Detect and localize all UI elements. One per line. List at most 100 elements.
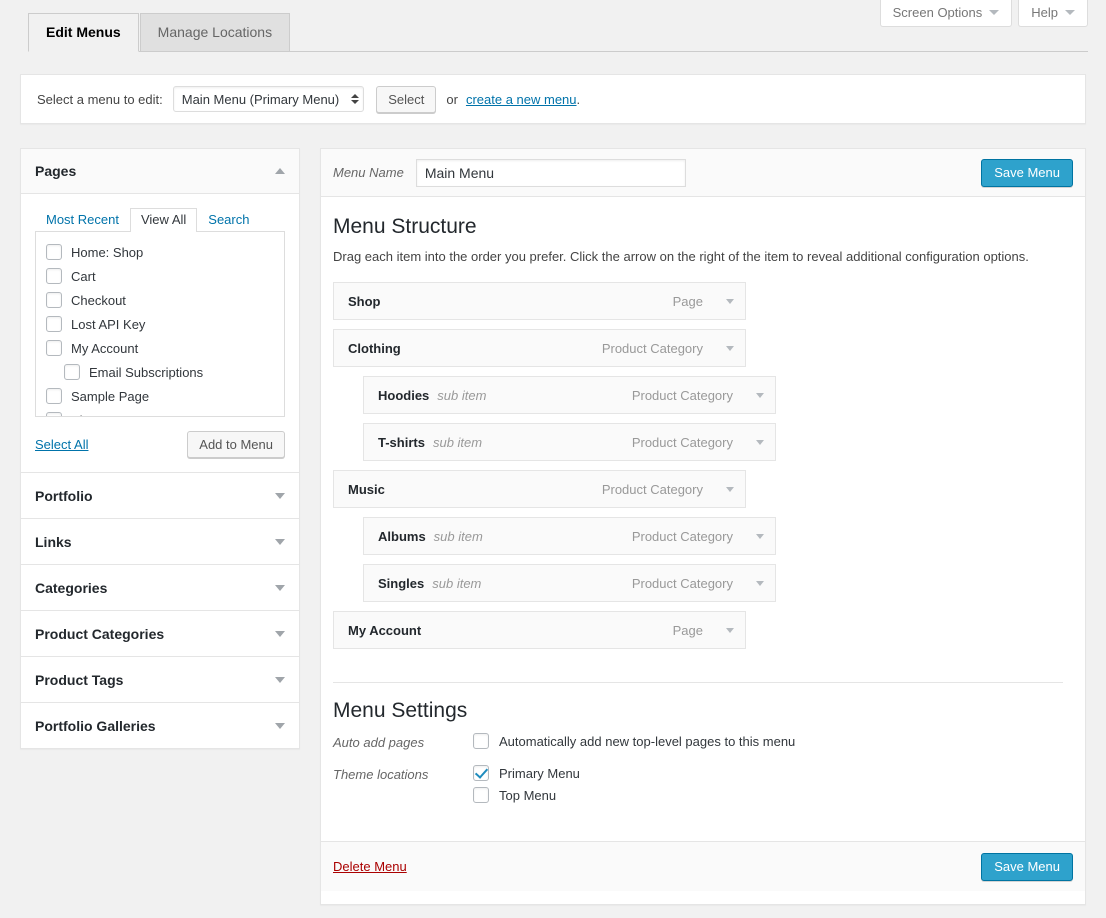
menu-item-my-account[interactable]: My Account Page: [333, 611, 746, 649]
theme-location-top-menu[interactable]: Top Menu: [473, 787, 580, 803]
pages-tab-most-recent[interactable]: Most Recent: [35, 208, 130, 232]
pages-list-actions: Select All Add to Menu: [35, 431, 285, 458]
create-new-menu-link[interactable]: create a new menu: [466, 92, 577, 107]
list-item[interactable]: Checkout: [36, 288, 284, 312]
tab-manage-locations[interactable]: Manage Locations: [139, 12, 291, 52]
menu-item-title: Clothing: [348, 340, 401, 356]
accordion-header-categories[interactable]: Categories: [21, 565, 299, 610]
chevron-down-icon: [275, 722, 285, 729]
page-checkbox[interactable]: [46, 292, 62, 308]
page-checkbox[interactable]: [46, 340, 62, 356]
select-menu-button[interactable]: Select: [376, 85, 437, 113]
menu-item-expand-toggle[interactable]: [715, 471, 745, 507]
menu-item-title: Hoodies: [378, 387, 430, 403]
menu-select-dropdown[interactable]: Main Menu (Primary Menu): [172, 86, 365, 112]
accordion-header-links[interactable]: Links: [21, 519, 299, 564]
menu-item-expand-toggle[interactable]: [745, 565, 775, 601]
page-checkbox[interactable]: [46, 316, 62, 332]
pages-tab-search-label: Search: [208, 212, 250, 227]
menu-item-t-shirts[interactable]: T-shirts sub item Product Category: [363, 423, 776, 461]
menu-item-expand-toggle[interactable]: [715, 612, 745, 648]
menu-name-bar: Menu Name Save Menu: [321, 149, 1085, 197]
top-menu-checkbox[interactable]: [473, 787, 489, 803]
menu-item-type: Page: [672, 622, 703, 638]
auto-add-pages-checkbox[interactable]: [473, 733, 489, 749]
tab-edit-menus-label: Edit Menus: [46, 23, 121, 40]
page-checkbox[interactable]: [46, 412, 62, 416]
menu-item-row: Hoodies sub item Product Category: [333, 376, 1063, 414]
page-checkbox[interactable]: [46, 268, 62, 284]
menu-item-row: Shop Page: [333, 282, 1063, 320]
menu-item-expand-toggle[interactable]: [745, 518, 775, 554]
menu-item-music[interactable]: Music Product Category: [333, 470, 746, 508]
page-checkbox[interactable]: [64, 364, 80, 380]
chevron-down-icon: [275, 538, 285, 545]
list-item-label: Lost API Key: [71, 316, 146, 332]
menu-item-clothing[interactable]: Clothing Product Category: [333, 329, 746, 367]
auto-add-pages-label: Auto add pages: [333, 735, 425, 750]
list-item-label: Shop: [71, 413, 101, 417]
page-checkbox[interactable]: [46, 244, 62, 260]
select-all-link[interactable]: Select All: [35, 437, 88, 452]
pages-tab-view-all-label: View All: [140, 212, 187, 227]
chevron-down-icon: [756, 392, 764, 398]
tab-edit-menus[interactable]: Edit Menus: [28, 12, 139, 52]
theme-location-primary-menu[interactable]: Primary Menu: [473, 765, 580, 781]
list-item[interactable]: Shop: [36, 408, 284, 417]
pages-checkbox-list[interactable]: Home: Shop Cart Checkout Lost API Key My…: [35, 232, 285, 417]
chevron-down-icon: [756, 439, 764, 445]
menu-item-albums[interactable]: Albums sub item Product Category: [363, 517, 776, 555]
chevron-down-icon: [275, 584, 285, 591]
accordion-panel-categories: Categories: [20, 565, 300, 611]
primary-menu-checkbox[interactable]: [473, 765, 489, 781]
list-item[interactable]: Sample Page: [36, 384, 284, 408]
accordion-panel-product-categories: Product Categories: [20, 611, 300, 657]
save-menu-button-bottom[interactable]: Save Menu: [981, 852, 1073, 881]
menu-item-sub-label: sub item: [432, 575, 482, 591]
accordion-header-portfolio[interactable]: Portfolio: [21, 473, 299, 518]
accordion-header-product-tags[interactable]: Product Tags: [21, 657, 299, 702]
list-item[interactable]: Cart: [36, 264, 284, 288]
pages-tab-search[interactable]: Search: [197, 208, 260, 232]
menu-item-expand-toggle[interactable]: [715, 330, 745, 366]
list-item[interactable]: My Account: [36, 336, 284, 360]
menu-item-singles[interactable]: Singles sub item Product Category: [363, 564, 776, 602]
menu-item-type: Page: [672, 293, 703, 309]
auto-add-pages-option[interactable]: Automatically add new top-level pages to…: [473, 733, 795, 749]
list-item[interactable]: Email Subscriptions: [36, 360, 284, 384]
menu-item-expand-toggle[interactable]: [745, 377, 775, 413]
accordion-panel-pages: Pages Most Recent View All Search Home: …: [20, 148, 300, 473]
list-item-label: Sample Page: [71, 388, 150, 404]
menu-item-expand-toggle[interactable]: [715, 283, 745, 319]
pages-tab-view-all[interactable]: View All: [129, 208, 198, 232]
or-text: or: [446, 91, 458, 107]
auto-add-pages-row: Auto add pages Automatically add new top…: [333, 733, 1063, 755]
nav-tabs: Edit Menus Manage Locations: [28, 10, 1088, 52]
menu-item-shop[interactable]: Shop Page: [333, 282, 746, 320]
chevron-down-icon: [756, 533, 764, 539]
list-item[interactable]: Home: Shop: [36, 240, 284, 264]
list-item[interactable]: Lost API Key: [36, 312, 284, 336]
accordion-header-product-categories[interactable]: Product Categories: [21, 611, 299, 656]
menu-item-row: My Account Page: [333, 611, 1063, 649]
page-checkbox[interactable]: [46, 388, 62, 404]
delete-menu-link[interactable]: Delete Menu: [333, 859, 407, 874]
menu-item-hoodies[interactable]: Hoodies sub item Product Category: [363, 376, 776, 414]
chevron-down-icon: [275, 676, 285, 683]
accordion-panel-links: Links: [20, 519, 300, 565]
menu-editor-body: Menu Structure Drag each item into the o…: [321, 197, 1085, 829]
menu-item-title: Shop: [348, 293, 381, 309]
accordion-header-pages[interactable]: Pages: [21, 149, 299, 194]
save-menu-button-top[interactable]: Save Menu: [981, 158, 1073, 187]
chevron-down-icon: [726, 345, 734, 351]
menu-item-row: T-shirts sub item Product Category: [333, 423, 1063, 461]
menu-name-input[interactable]: [415, 158, 686, 187]
chevron-down-icon: [726, 627, 734, 633]
spinner-arrows-icon: [346, 94, 360, 104]
accordion-title-links: Links: [35, 533, 72, 550]
menu-item-type: Product Category: [631, 575, 733, 591]
list-item-label: My Account: [71, 340, 139, 356]
accordion-header-portfolio-galleries[interactable]: Portfolio Galleries: [21, 703, 299, 748]
menu-item-expand-toggle[interactable]: [745, 424, 775, 460]
add-to-menu-button[interactable]: Add to Menu: [187, 431, 285, 458]
